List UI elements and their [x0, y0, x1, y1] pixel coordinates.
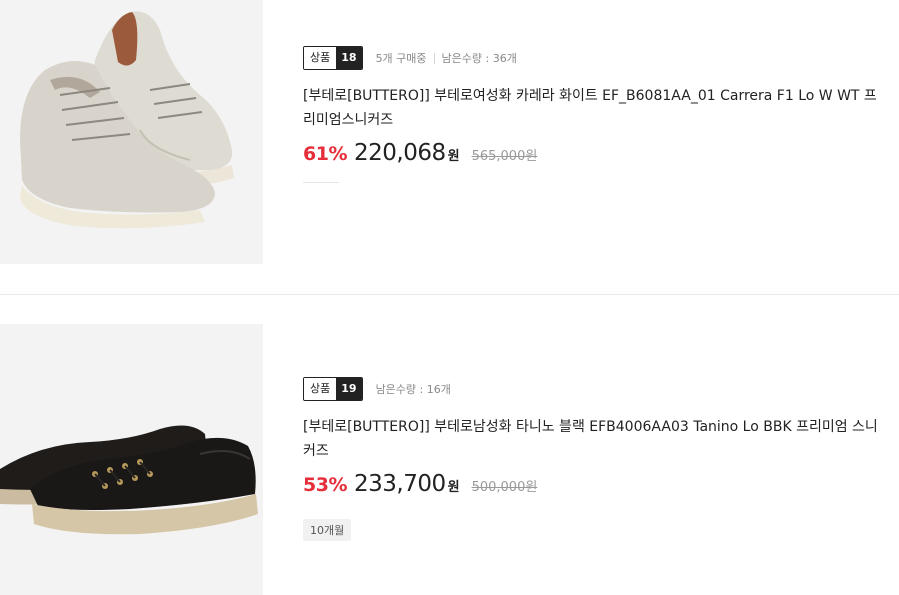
short-divider [303, 182, 339, 183]
product-badge: 상품 18 [303, 46, 363, 70]
remaining-stock: 남은수량 : 16개 [375, 383, 451, 396]
installment-tag: 10개월 [303, 519, 352, 541]
product-divider [0, 294, 899, 295]
product-image[interactable] [0, 324, 263, 595]
price-row: 53% 233,700 원 500,000원 [303, 471, 883, 497]
badge-label: 상품 [304, 378, 337, 400]
sale-price: 233,700 [353, 471, 446, 497]
product-info: 상품 19 남은수량 : 16개 [부테로[BUTTERO]] 부테로남성화 타… [303, 377, 883, 541]
product-card[interactable]: 상품 19 남은수량 : 16개 [부테로[BUTTERO]] 부테로남성화 타… [0, 296, 899, 595]
original-price: 500,000원 [471, 480, 538, 495]
product-info: 상품 18 5개 구매중 남은수량 : 36개 [부테로[BUTTERO]] 부… [303, 46, 883, 183]
black-sneakers-icon [0, 324, 263, 595]
price-row: 61% 220,068 원 565,000원 [303, 140, 883, 166]
badge-number: 19 [336, 378, 362, 400]
product-meta: 상품 18 5개 구매중 남은수량 : 36개 [303, 46, 883, 70]
remaining-stock: 남은수량 : 36개 [441, 52, 517, 65]
product-title[interactable]: [부테로[BUTTERO]] 부테로여성화 카레라 화이트 EF_B6081AA… [303, 84, 878, 132]
product-title[interactable]: [부테로[BUTTERO]] 부테로남성화 타니노 블랙 EFB4006AA03… [303, 415, 878, 463]
product-badge: 상품 19 [303, 377, 363, 401]
purchase-count: 5개 구매중 [375, 52, 427, 65]
meta-divider [433, 52, 435, 64]
badge-label: 상품 [304, 47, 337, 69]
currency-unit: 원 [447, 149, 460, 164]
currency-unit: 원 [447, 480, 460, 495]
product-card[interactable]: 상품 18 5개 구매중 남은수량 : 36개 [부테로[BUTTERO]] 부… [0, 0, 899, 295]
product-meta: 상품 19 남은수량 : 16개 [303, 377, 883, 401]
discount-rate: 53% [303, 474, 347, 496]
original-price: 565,000원 [471, 149, 538, 164]
sale-price: 220,068 [353, 140, 446, 166]
white-sneakers-icon [0, 0, 263, 264]
product-image[interactable] [0, 0, 263, 264]
discount-rate: 61% [303, 143, 347, 165]
badge-number: 18 [336, 47, 362, 69]
